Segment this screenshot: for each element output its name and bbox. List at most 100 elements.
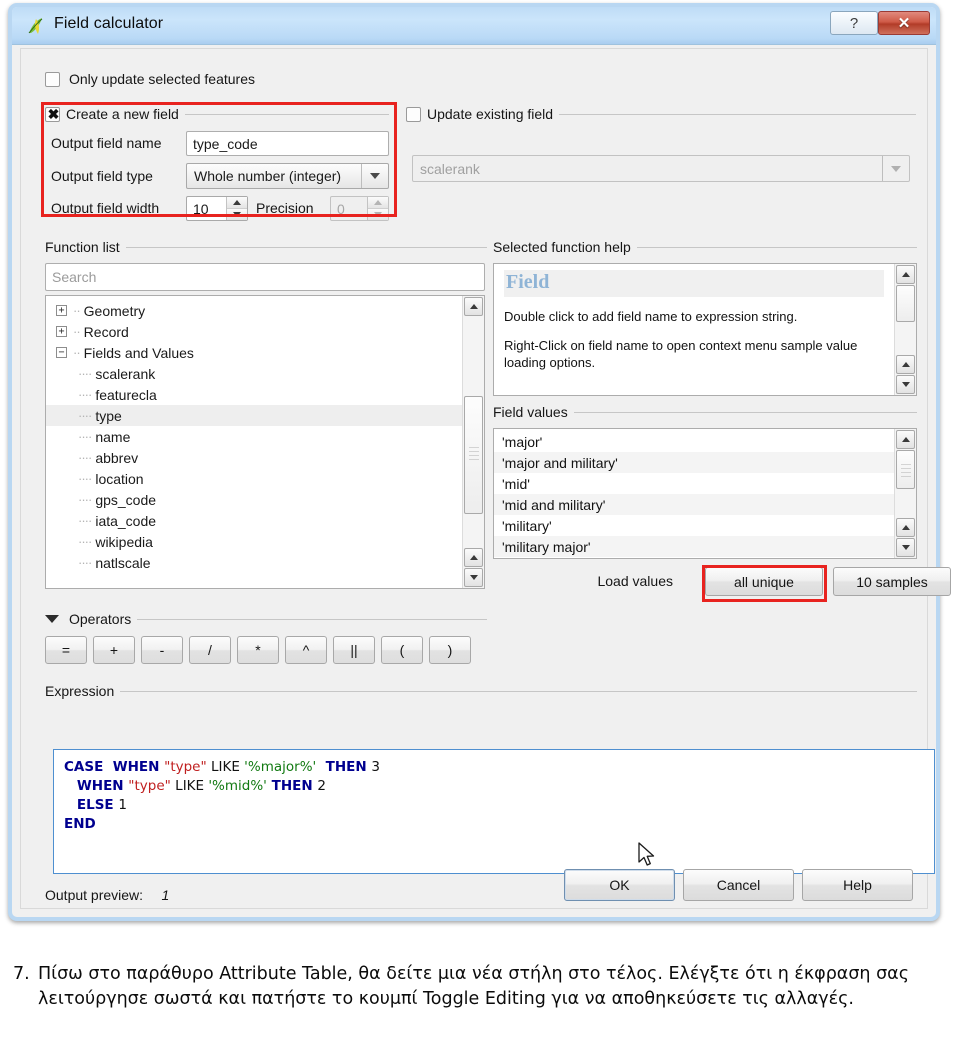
existing-field-combobox[interactable]: scalerank <box>412 155 910 182</box>
function-group-row[interactable]: + ·· Geometry <box>46 300 462 321</box>
all-unique-button[interactable]: all unique <box>705 567 823 596</box>
operator-button[interactable]: ) <box>429 636 471 664</box>
only-update-selected-row[interactable]: Only update selected features <box>45 71 255 87</box>
scroll-up-arrow-icon[interactable] <box>896 430 915 449</box>
chevron-down-icon[interactable] <box>882 156 909 181</box>
function-help-group: Selected function help Field Double clic… <box>493 239 917 396</box>
function-field-row[interactable]: ···· abbrev <box>46 447 462 468</box>
scroll-down-arrow-icon[interactable] <box>896 375 915 394</box>
function-field-row[interactable]: ···· wikipedia <box>46 531 462 552</box>
expand-icon[interactable]: + <box>56 326 67 337</box>
function-search-input[interactable]: Search <box>45 263 485 291</box>
precision-spin-buttons[interactable] <box>367 197 388 220</box>
output-field-name-input[interactable]: type_code <box>186 131 389 156</box>
update-existing-field-header[interactable]: Update existing field <box>406 106 916 122</box>
operator-label: ) <box>447 642 453 658</box>
function-tree-rows: + ·· Geometry + ·· Record − ·· Fields and Values… <box>46 300 462 573</box>
function-help-panel[interactable]: Field Double click to add field name to … <box>493 263 917 396</box>
window-titlebar[interactable]: Field calculator ? ✕ <box>12 7 936 45</box>
operator-button[interactable]: + <box>93 636 135 664</box>
collapse-icon[interactable]: − <box>56 347 67 358</box>
function-list-scrollbar[interactable] <box>462 296 484 588</box>
field-value-row[interactable]: 'major and military' <box>494 452 894 473</box>
function-group-row[interactable]: + ·· Record <box>46 321 462 342</box>
output-field-type-value: Whole number (integer) <box>194 168 342 184</box>
operator-button[interactable]: * <box>237 636 279 664</box>
field-value-text: 'military' <box>502 517 552 534</box>
operator-label: / <box>208 642 212 658</box>
expression-editor[interactable]: CASE WHEN "type" LIKE '%major%' THEN 3 W… <box>53 749 935 874</box>
ten-samples-button[interactable]: 10 samples <box>833 567 951 596</box>
field-value-row[interactable]: 'military' <box>494 515 894 536</box>
chevron-down-icon[interactable] <box>361 164 388 188</box>
field-values-list[interactable]: 'major' 'major and military' 'mid' 'mid and… <box>493 428 917 559</box>
scroll-down-arrow-icon[interactable] <box>464 568 483 587</box>
function-field-row[interactable]: ···· iata_code <box>46 510 462 531</box>
scroll-up-arrow-icon-bottom[interactable] <box>464 548 483 567</box>
function-field-row[interactable]: ···· type <box>46 405 462 426</box>
scrollbar-thumb[interactable] <box>464 396 483 514</box>
precision-stepper[interactable]: 0 <box>330 196 389 221</box>
field-value-row[interactable]: 'military major' <box>494 536 894 557</box>
output-field-name-label: Output field name <box>51 135 162 151</box>
tree-connector-icon: ·· <box>73 324 81 339</box>
scrollbar-thumb[interactable] <box>896 450 915 489</box>
create-new-field-header[interactable]: Create a new field <box>45 104 389 124</box>
scroll-up-arrow-icon[interactable] <box>464 297 483 316</box>
function-help-scrollbar[interactable] <box>894 264 916 395</box>
expression-header: Expression <box>45 683 917 699</box>
titlebar-help-button[interactable]: ? <box>830 11 878 35</box>
function-field-row[interactable]: ···· natlscale <box>46 552 462 573</box>
titlebar-close-button[interactable]: ✕ <box>878 11 930 35</box>
expression-token: "type" <box>164 759 207 775</box>
operator-button[interactable]: - <box>141 636 183 664</box>
width-spin-up[interactable] <box>227 197 247 208</box>
field-value-row[interactable]: 'mid and military' <box>494 494 894 515</box>
function-field-row[interactable]: ···· location <box>46 468 462 489</box>
precision-spin-up[interactable] <box>368 197 388 208</box>
precision-spin-down[interactable] <box>368 208 388 220</box>
output-field-width-stepper[interactable]: 10 <box>186 196 248 221</box>
operators-header[interactable]: Operators <box>45 611 487 627</box>
update-existing-field-checkbox[interactable] <box>406 106 421 122</box>
operator-button[interactable]: || <box>333 636 375 664</box>
function-field-row[interactable]: ···· name <box>46 426 462 447</box>
create-new-field-checkbox[interactable] <box>45 104 61 124</box>
scroll-up-arrow-icon-bottom[interactable] <box>896 355 915 374</box>
tree-connector-icon: ···· <box>78 492 92 507</box>
function-list-group: Function list Search + ·· Geometry + ·· Recor… <box>45 239 487 589</box>
operator-label: + <box>109 642 119 658</box>
caption-text: Πίσω στο παράθυρο Attribute Table, θα δε… <box>38 964 909 1009</box>
operator-button[interactable]: ( <box>381 636 423 664</box>
scroll-up-arrow-icon-bottom[interactable] <box>896 518 915 537</box>
only-update-selected-checkbox[interactable] <box>45 71 60 87</box>
output-field-type-combobox[interactable]: Whole number (integer) <box>186 163 389 189</box>
operator-button[interactable]: / <box>189 636 231 664</box>
function-list-title: Function list <box>45 239 120 255</box>
function-field-row[interactable]: ···· featurecla <box>46 384 462 405</box>
width-spin-buttons[interactable] <box>226 197 247 220</box>
function-field-row[interactable]: ···· gps_code <box>46 489 462 510</box>
help-button[interactable]: Help <box>802 869 913 901</box>
tree-item-label: gps_code <box>95 491 157 508</box>
field-value-row[interactable]: 'mid' <box>494 473 894 494</box>
function-list-tree[interactable]: + ·· Geometry + ·· Record − ·· Fields and Values… <box>45 295 485 589</box>
operator-button[interactable]: ^ <box>285 636 327 664</box>
scroll-down-arrow-icon[interactable] <box>896 538 915 557</box>
width-spin-down[interactable] <box>227 208 247 220</box>
tree-connector-icon: ···· <box>78 513 92 528</box>
scrollbar-thumb[interactable] <box>896 285 915 322</box>
field-values-scrollbar[interactable] <box>894 429 916 558</box>
cancel-button[interactable]: Cancel <box>683 869 794 901</box>
function-field-row[interactable]: ···· scalerank <box>46 363 462 384</box>
operator-label: || <box>350 642 358 658</box>
function-group-row[interactable]: − ·· Fields and Values <box>46 342 462 363</box>
ok-button[interactable]: OK <box>564 869 675 901</box>
operator-button[interactable]: = <box>45 636 87 664</box>
expand-icon[interactable]: + <box>56 305 67 316</box>
field-value-row[interactable]: 'major' <box>494 431 894 452</box>
triangle-down-icon[interactable] <box>45 615 59 623</box>
scroll-up-arrow-icon[interactable] <box>896 265 915 284</box>
scrollbar-grip-icon <box>469 445 478 463</box>
operators-group: Operators = + - / * ^ || () <box>45 611 487 664</box>
